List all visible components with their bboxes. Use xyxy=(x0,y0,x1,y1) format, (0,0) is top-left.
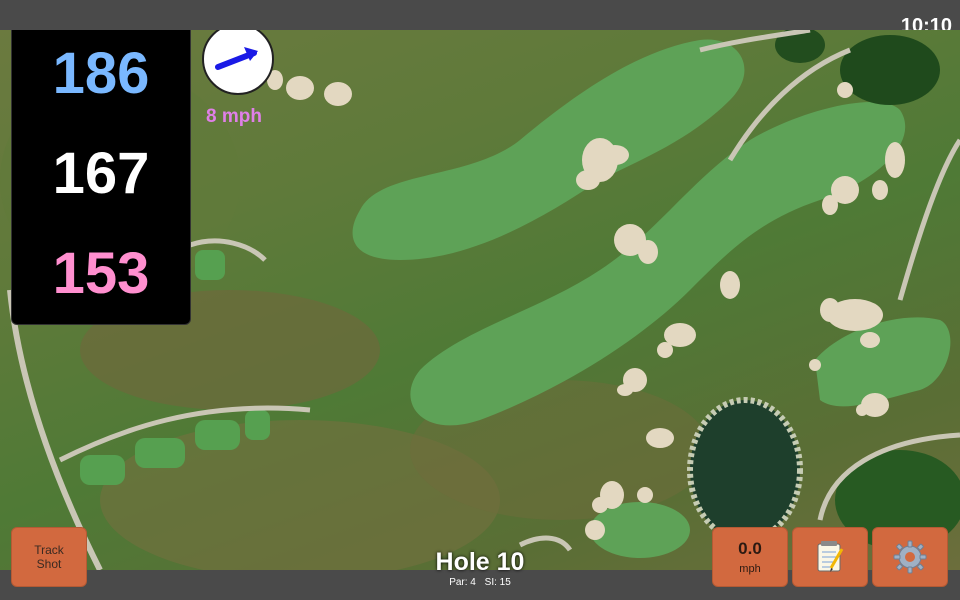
wind-direction-indicator xyxy=(202,30,274,95)
hole-par: Par: 4 xyxy=(449,577,476,588)
satellite-map[interactable]: 186 167 153 8 mph xyxy=(0,30,960,570)
hole-info: Par: 4 SI: 15 xyxy=(380,577,580,588)
wind-speed-label: 8 mph xyxy=(206,106,262,127)
notes-button[interactable] xyxy=(792,527,868,587)
arrow-right-up-icon xyxy=(215,47,258,70)
wind-button[interactable]: 0.0 mph xyxy=(712,527,788,587)
distance-front: 153 xyxy=(52,241,150,306)
top-status-bar: 10:10 xyxy=(0,0,960,37)
distance-panel: 186 167 153 xyxy=(11,30,191,325)
distance-middle: 167 xyxy=(52,141,150,206)
hole-title: Hole 10 xyxy=(435,548,525,576)
gear-icon xyxy=(893,540,927,574)
settings-button[interactable] xyxy=(872,527,948,587)
wind-unit: mph xyxy=(739,563,761,575)
track-shot-label-line1: Track xyxy=(34,543,64,557)
track-shot-button[interactable]: Track Shot xyxy=(11,527,87,587)
track-shot-label-line2: Shot xyxy=(36,557,62,571)
notepad-icon xyxy=(817,541,844,572)
hole-stroke-index: SI: 15 xyxy=(484,577,511,588)
wind-value: 0.0 xyxy=(738,539,762,558)
distance-back: 186 xyxy=(52,41,150,106)
